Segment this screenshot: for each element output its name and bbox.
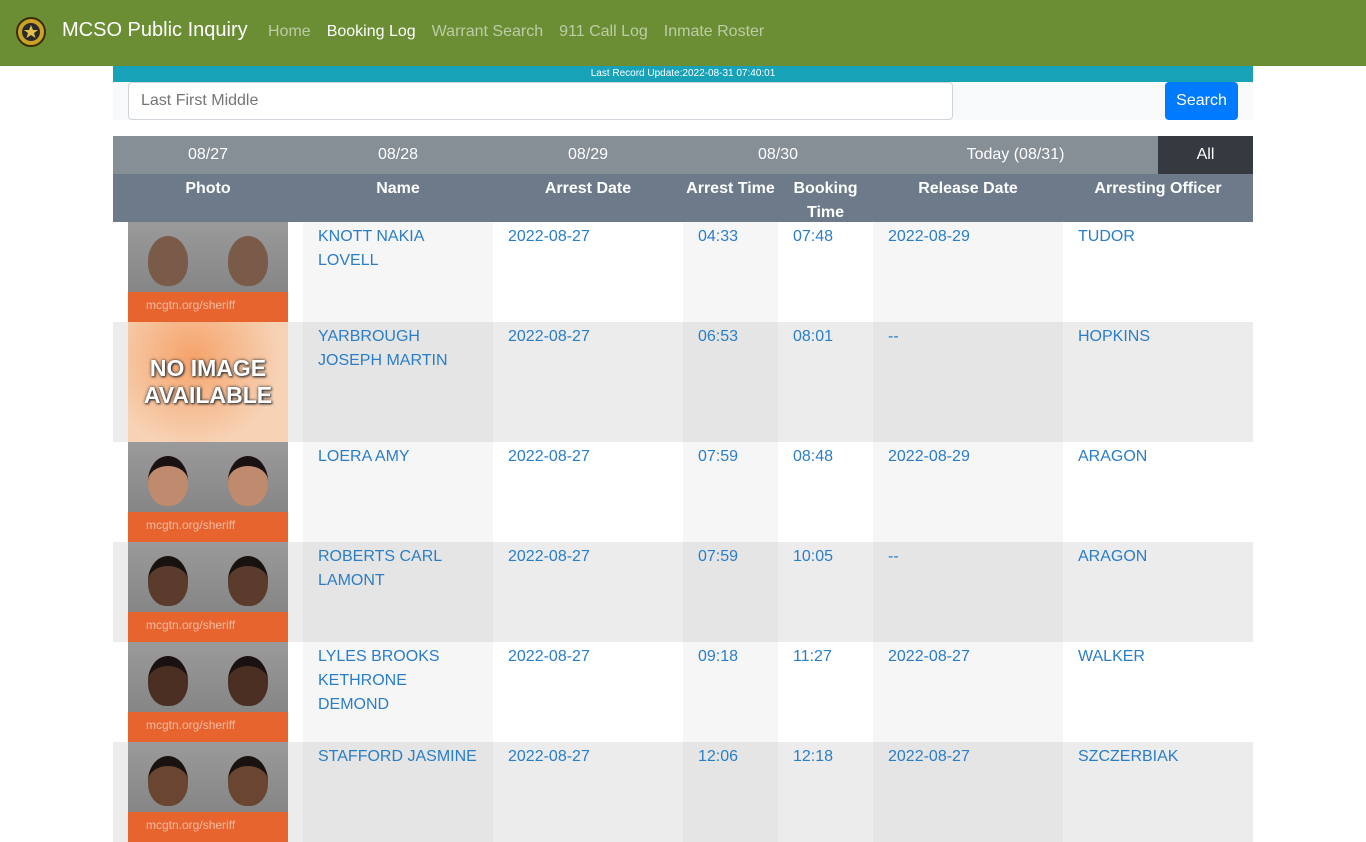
name-link[interactable]: ROBERTS CARL LAMONT <box>303 542 493 642</box>
nav-home[interactable]: Home <box>268 23 311 41</box>
photo-watermark: mcgtn.org/sheriff <box>146 518 236 532</box>
arrest-time-link[interactable]: 09:18 <box>683 642 778 742</box>
arrest-date-link[interactable]: 2022-08-27 <box>493 322 683 442</box>
photo-watermark: mcgtn.org/sheriff <box>146 618 236 632</box>
col-arrest-date[interactable]: Arrest Date <box>493 177 683 201</box>
officer-link[interactable]: ARAGON <box>1063 442 1253 542</box>
mugshot-photo[interactable]: mcgtn.org/sheriff <box>128 742 288 842</box>
table-row[interactable]: mcgtn.org/sheriff LOERA AMY 2022-08-27 07:5… <box>113 442 1253 542</box>
nav-warrant-search[interactable]: Warrant Search <box>432 23 543 41</box>
mugshot-photo[interactable]: mcgtn.org/sheriff <box>128 542 288 642</box>
navbar: MCSO Public Inquiry Home Booking Log War… <box>0 0 1366 66</box>
booking-time-link[interactable]: 11:27 <box>778 642 873 742</box>
booking-time-link[interactable]: 07:48 <box>778 222 873 322</box>
arrest-date-link[interactable]: 2022-08-27 <box>493 442 683 542</box>
table-header: Photo Name Arrest Date Arrest Time Booki… <box>113 174 1253 222</box>
nav-inmate-roster[interactable]: Inmate Roster <box>664 23 764 41</box>
mugshot-photo[interactable]: mcgtn.org/sheriff <box>128 642 288 742</box>
nav-booking-log[interactable]: Booking Log <box>327 23 416 41</box>
officer-link[interactable]: WALKER <box>1063 642 1253 742</box>
table-row[interactable]: mcgtn.org/sheriff ROBERTS CARL LAMONT 2022… <box>113 542 1253 642</box>
main-nav: Home Booking Log Warrant Search 911 Call… <box>268 23 780 41</box>
tab-date-today[interactable]: Today (08/31) <box>873 136 1158 174</box>
booking-time-link[interactable]: 08:48 <box>778 442 873 542</box>
officer-link[interactable]: HOPKINS <box>1063 322 1253 442</box>
photo-watermark: mcgtn.org/sheriff <box>146 298 236 312</box>
officer-link[interactable]: ARAGON <box>1063 542 1253 642</box>
sheriff-badge-icon[interactable] <box>16 17 46 47</box>
arrest-date-link[interactable]: 2022-08-27 <box>493 542 683 642</box>
arrest-date-link[interactable]: 2022-08-27 <box>493 642 683 742</box>
release-date-link[interactable]: 2022-08-27 <box>873 742 1063 842</box>
arrest-time-link[interactable]: 07:59 <box>683 442 778 542</box>
booking-time-link[interactable]: 12:18 <box>778 742 873 842</box>
name-link[interactable]: LYLES BROOKS KETHRONE DEMOND <box>303 642 493 742</box>
photo-watermark: mcgtn.org/sheriff <box>146 818 236 832</box>
release-date-link[interactable]: 2022-08-29 <box>873 222 1063 322</box>
arrest-time-link[interactable]: 04:33 <box>683 222 778 322</box>
nav-911-call-log[interactable]: 911 Call Log <box>559 23 648 41</box>
table-row[interactable]: mcgtn.org/sheriff STAFFORD JASMINE 2022-08… <box>113 742 1253 842</box>
tab-date-all[interactable]: All <box>1158 136 1253 174</box>
tab-date-0829[interactable]: 08/29 <box>493 136 683 174</box>
date-filter-tabs: 08/27 08/28 08/29 08/30 Today (08/31) Al… <box>113 136 1253 174</box>
booking-time-link[interactable]: 08:01 <box>778 322 873 442</box>
release-date-link[interactable]: 2022-08-29 <box>873 442 1063 542</box>
release-date-link[interactable]: 2022-08-27 <box>873 642 1063 742</box>
search-button[interactable]: Search <box>1165 82 1238 120</box>
tab-date-0830[interactable]: 08/30 <box>683 136 873 174</box>
officer-link[interactable]: TUDOR <box>1063 222 1253 322</box>
arrest-time-link[interactable]: 06:53 <box>683 322 778 442</box>
arrest-time-link[interactable]: 12:06 <box>683 742 778 842</box>
col-name[interactable]: Name <box>303 177 493 201</box>
name-link[interactable]: STAFFORD JASMINE <box>303 742 493 842</box>
photo-watermark: mcgtn.org/sheriff <box>146 718 236 732</box>
release-date-link[interactable]: -- <box>873 542 1063 642</box>
col-photo[interactable]: Photo <box>113 177 303 201</box>
tab-date-0827[interactable]: 08/27 <box>113 136 303 174</box>
no-image-placeholder[interactable]: NO IMAGE AVAILABLE <box>128 322 288 442</box>
last-update-banner: Last Record Update:2022-08-31 07:40:01 <box>113 66 1253 82</box>
col-booking-time[interactable]: Booking Time <box>778 177 873 225</box>
booking-table-body: mcgtn.org/sheriff KNOTT NAKIA LOVELL 2022-… <box>113 222 1253 842</box>
arrest-time-link[interactable]: 07:59 <box>683 542 778 642</box>
name-link[interactable]: YARBROUGH JOSEPH MARTIN <box>303 322 493 442</box>
search-bar: Search <box>113 82 1253 120</box>
mugshot-photo[interactable]: mcgtn.org/sheriff <box>128 222 288 322</box>
arrest-date-link[interactable]: 2022-08-27 <box>493 742 683 842</box>
col-arrest-time[interactable]: Arrest Time <box>683 177 778 201</box>
tab-date-0828[interactable]: 08/28 <box>303 136 493 174</box>
arrest-date-link[interactable]: 2022-08-27 <box>493 222 683 322</box>
mugshot-photo[interactable]: mcgtn.org/sheriff <box>128 442 288 542</box>
search-input[interactable] <box>128 82 953 120</box>
name-link[interactable]: KNOTT NAKIA LOVELL <box>303 222 493 322</box>
table-row[interactable]: mcgtn.org/sheriff KNOTT NAKIA LOVELL 2022-… <box>113 222 1253 322</box>
table-row[interactable]: mcgtn.org/sheriff LYLES BROOKS KETHRONE D… <box>113 642 1253 742</box>
table-row[interactable]: NO IMAGE AVAILABLE YARBROUGH JOSEPH MARTI… <box>113 322 1253 442</box>
release-date-link[interactable]: -- <box>873 322 1063 442</box>
col-release-date[interactable]: Release Date <box>873 177 1063 201</box>
brand-title[interactable]: MCSO Public Inquiry <box>62 19 248 42</box>
officer-link[interactable]: SZCZERBIAK <box>1063 742 1253 842</box>
booking-time-link[interactable]: 10:05 <box>778 542 873 642</box>
col-arresting-officer[interactable]: Arresting Officer <box>1063 177 1253 201</box>
name-link[interactable]: LOERA AMY <box>303 442 493 542</box>
